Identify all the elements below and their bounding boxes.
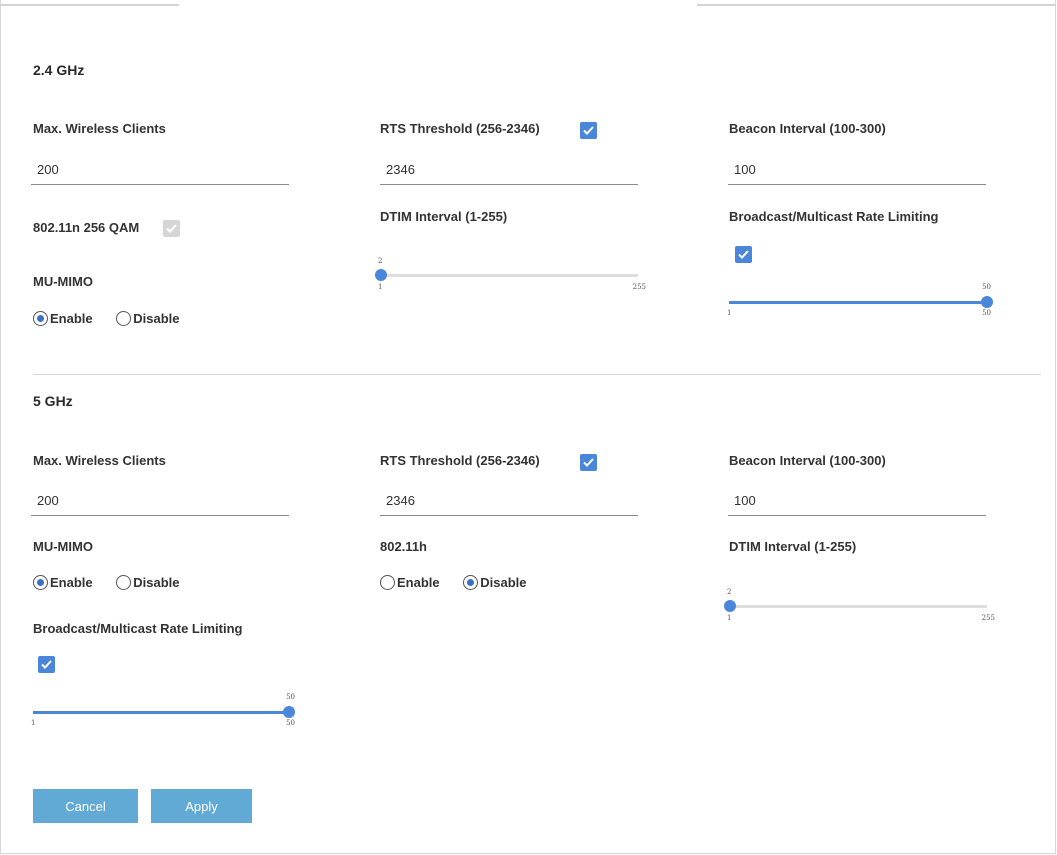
cancel-button[interactable]: Cancel bbox=[33, 789, 138, 823]
section-divider bbox=[33, 374, 1041, 375]
radio-unselected-icon bbox=[380, 575, 395, 590]
radio-label: Disable bbox=[480, 575, 527, 590]
slider-thumb[interactable] bbox=[981, 296, 993, 308]
radio-selected-icon bbox=[33, 311, 48, 326]
mu-mimo-radio-group-2-4ghz: Enable Disable bbox=[33, 311, 200, 329]
check-icon bbox=[583, 126, 594, 135]
beacon-interval-label-5ghz: Beacon Interval (100-300) bbox=[729, 453, 886, 468]
dtim-interval-label-2-4ghz: DTIM Interval (1-255) bbox=[380, 209, 508, 224]
rts-threshold-checkbox-5ghz[interactable] bbox=[580, 454, 597, 471]
max-clients-field-5ghz bbox=[31, 487, 289, 516]
max-clients-input-5ghz[interactable] bbox=[31, 487, 287, 513]
bm-rate-limit-label-5ghz: Broadcast/Multicast Rate Limiting bbox=[33, 621, 243, 636]
radio-label: Disable bbox=[133, 575, 180, 590]
slider-track bbox=[729, 605, 987, 608]
bm-rate-limit-label-2-4ghz: Broadcast/Multicast Rate Limiting bbox=[729, 209, 939, 224]
section-title-2-4ghz: 2.4 GHz bbox=[33, 62, 85, 78]
check-icon bbox=[738, 250, 749, 259]
slider-min-label: 1 bbox=[378, 283, 383, 291]
mu-mimo-label-5ghz: MU-MIMO bbox=[33, 539, 93, 554]
beacon-interval-field-2-4ghz bbox=[728, 156, 986, 185]
radio-selected-icon bbox=[463, 575, 479, 590]
radio-label: Enable bbox=[50, 575, 93, 590]
rts-threshold-label-2-4ghz: RTS Threshold (256-2346) bbox=[380, 121, 540, 136]
bm-rate-value-label: 50 bbox=[982, 283, 991, 291]
radio-label: Enable bbox=[50, 311, 93, 326]
max-clients-field-2-4ghz bbox=[31, 156, 289, 185]
rts-threshold-input-2-4ghz[interactable] bbox=[380, 156, 636, 182]
dtim-value-label: 2 bbox=[727, 588, 732, 596]
max-clients-label-2-4ghz: Max. Wireless Clients bbox=[33, 121, 166, 136]
slider-max-label: 50 bbox=[982, 309, 991, 317]
apply-button[interactable]: Apply bbox=[151, 789, 252, 823]
slider-max-label: 255 bbox=[981, 614, 995, 622]
rts-threshold-checkbox-2-4ghz[interactable] bbox=[580, 122, 597, 139]
radio-label: Enable bbox=[397, 575, 440, 590]
bm-rate-limit-slider-2-4ghz[interactable]: 50 1 50 bbox=[727, 283, 993, 317]
radio-label: Disable bbox=[133, 311, 180, 326]
dtim-value-label: 2 bbox=[378, 257, 383, 265]
mu-mimo-radio-group-5ghz: Enable Disable bbox=[33, 575, 200, 593]
dtim-interval-slider-5ghz[interactable]: 2 1 255 bbox=[724, 588, 995, 622]
slider-thumb[interactable] bbox=[283, 706, 295, 718]
mu-mimo-enable-radio-2-4ghz[interactable]: Enable bbox=[33, 311, 93, 326]
bm-rate-limit-slider-5ghz[interactable]: 50 1 50 bbox=[31, 693, 295, 727]
80211h-label-5ghz: 802.11h bbox=[380, 539, 427, 554]
slider-min-label: 1 bbox=[727, 309, 732, 317]
rts-threshold-field-2-4ghz bbox=[380, 156, 638, 185]
radio-unselected-icon bbox=[116, 575, 132, 590]
bm-rate-limit-checkbox-2-4ghz[interactable] bbox=[735, 246, 752, 263]
qam-label-2-4ghz: 802.11n 256 QAM bbox=[33, 220, 140, 235]
max-clients-label-5ghz: Max. Wireless Clients bbox=[33, 453, 166, 468]
beacon-interval-input-5ghz[interactable] bbox=[728, 487, 984, 513]
bm-rate-limit-checkbox-5ghz[interactable] bbox=[38, 656, 55, 673]
rts-threshold-label-5ghz: RTS Threshold (256-2346) bbox=[380, 453, 540, 468]
slider-min-label: 1 bbox=[31, 719, 36, 727]
mu-mimo-enable-radio-5ghz[interactable]: Enable bbox=[33, 575, 93, 590]
mu-mimo-label-2-4ghz: MU-MIMO bbox=[33, 274, 93, 289]
dtim-interval-slider-2-4ghz[interactable]: 2 1 255 bbox=[375, 257, 646, 291]
check-icon bbox=[583, 458, 594, 467]
slider-max-label: 50 bbox=[286, 719, 295, 727]
dtim-interval-label-5ghz: DTIM Interval (1-255) bbox=[729, 539, 857, 554]
slider-track bbox=[380, 274, 638, 277]
slider-thumb[interactable] bbox=[375, 269, 387, 281]
beacon-interval-label-2-4ghz: Beacon Interval (100-300) bbox=[729, 121, 886, 136]
80211h-radio-group-5ghz: Enable Disable bbox=[380, 575, 547, 593]
beacon-interval-input-2-4ghz[interactable] bbox=[728, 156, 984, 182]
rts-threshold-input-5ghz[interactable] bbox=[380, 487, 636, 513]
section-title-5ghz: 5 GHz bbox=[33, 393, 73, 409]
check-icon bbox=[166, 224, 177, 233]
top-border-left bbox=[0, 4, 179, 6]
rts-threshold-field-5ghz bbox=[380, 487, 638, 516]
qam-checkbox-2-4ghz[interactable] bbox=[163, 220, 180, 237]
radio-unselected-icon bbox=[116, 311, 132, 326]
max-clients-input-2-4ghz[interactable] bbox=[31, 156, 287, 182]
slider-thumb[interactable] bbox=[724, 600, 736, 612]
80211h-disable-radio-5ghz[interactable]: Disable bbox=[463, 575, 527, 590]
80211h-enable-radio-5ghz[interactable]: Enable bbox=[380, 575, 440, 590]
slider-max-label: 255 bbox=[632, 283, 646, 291]
slider-fill bbox=[33, 711, 289, 714]
slider-fill bbox=[729, 301, 987, 304]
radio-selected-icon bbox=[33, 575, 48, 590]
bm-rate-value-label: 50 bbox=[286, 693, 295, 701]
slider-min-label: 1 bbox=[727, 614, 732, 622]
check-icon bbox=[41, 660, 52, 669]
beacon-interval-field-5ghz bbox=[728, 487, 986, 516]
top-border-right bbox=[697, 4, 1056, 6]
mu-mimo-disable-radio-2-4ghz[interactable]: Disable bbox=[116, 311, 180, 326]
mu-mimo-disable-radio-5ghz[interactable]: Disable bbox=[116, 575, 180, 590]
